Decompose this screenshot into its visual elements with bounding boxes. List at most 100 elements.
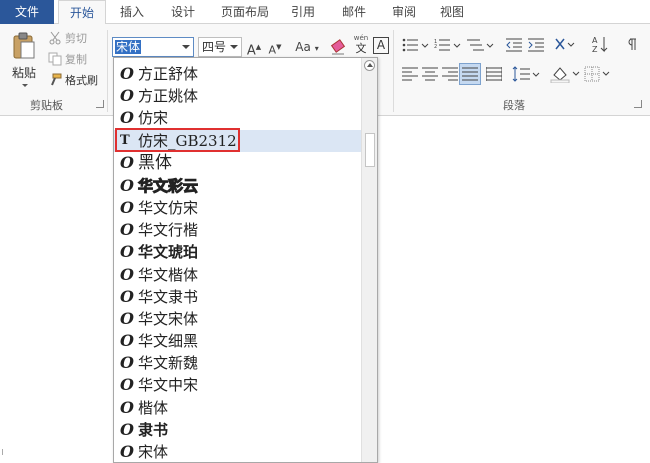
tab-view[interactable]: 视图 [432, 0, 472, 24]
font-option[interactable]: O 华文新魏 [114, 352, 362, 374]
font-dropdown-list[interactable]: O 方正舒体 O 方正姚体 O 仿宋 T 仿宋_GB2312 O 黑体 O 华文彩云 O 华文… [113, 57, 378, 463]
paragraph-launcher-icon[interactable] [634, 100, 642, 108]
font-option[interactable]: O 华文仿宋 [114, 197, 362, 219]
font-option-label: 华文彩云 [137, 177, 199, 196]
change-case-label: Aa [295, 40, 311, 54]
paste-dropdown-icon[interactable] [22, 84, 28, 87]
phonetic-guide-button[interactable]: wén 文 [352, 34, 370, 58]
font-size-dropdown-icon[interactable] [230, 45, 238, 49]
font-option-label: 仿宋 [138, 109, 169, 127]
font-option-label: 华文行楷 [138, 221, 199, 239]
tab-references[interactable]: 引用 [283, 0, 323, 24]
cut-label: 剪切 [65, 32, 87, 45]
font-option-label: 华文仿宋 [138, 199, 199, 217]
paste-icon[interactable] [11, 32, 37, 60]
font-option[interactable]: O 华文细黑 [114, 330, 362, 352]
clipboard-launcher-icon[interactable] [96, 100, 104, 108]
opentype-font-icon: O [120, 198, 134, 217]
font-option-label: 方正舒体 [138, 65, 199, 83]
align-right-icon[interactable] [442, 67, 458, 81]
font-option[interactable]: O 华文隶书 [114, 286, 362, 308]
group-separator [393, 30, 394, 112]
tab-file[interactable]: 文件 [0, 0, 54, 24]
line-spacing-icon[interactable] [512, 66, 540, 82]
format-painter-label: 格式刷 [65, 74, 98, 87]
opentype-font-icon: O [120, 176, 134, 195]
paste-button[interactable]: 粘贴 [12, 64, 36, 82]
font-option-label: 隶书 [138, 421, 169, 439]
font-option[interactable]: O 黑体 [114, 152, 362, 174]
multilevel-list-icon[interactable] [466, 38, 496, 52]
font-option-label: 华文新魏 [138, 354, 199, 372]
opentype-font-icon: O [120, 331, 134, 350]
font-option[interactable]: O 华文琥珀 [114, 241, 362, 263]
font-option[interactable]: O 华文中宋 [114, 374, 362, 396]
font-option[interactable]: O 华文宋体 [114, 308, 362, 330]
format-painter-button[interactable]: 格式刷 [48, 72, 98, 90]
font-option[interactable]: O 华文彩云 [114, 175, 362, 197]
scrollbar-thumb[interactable] [365, 133, 375, 167]
font-option[interactable]: O 华文楷体 [114, 264, 362, 286]
opentype-font-icon: O [120, 287, 134, 306]
tab-review[interactable]: 审阅 [384, 0, 424, 24]
font-option-label: 华文楷体 [138, 266, 199, 284]
numbering-icon[interactable]: 12 [434, 38, 464, 52]
increase-indent-icon[interactable] [528, 38, 544, 52]
sort-icon[interactable]: AZ [592, 35, 608, 55]
font-option[interactable]: O 楷体 [114, 397, 362, 419]
copy-label: 复制 [65, 53, 87, 66]
font-option-label: 华文细黑 [138, 332, 199, 350]
copy-icon [48, 52, 62, 66]
change-case-button[interactable]: Aa ▾ [290, 37, 324, 57]
opentype-font-icon: O [120, 420, 134, 439]
font-name-dropdown-icon[interactable] [182, 45, 190, 49]
font-option-label: 楷体 [138, 399, 169, 417]
align-center-icon[interactable] [422, 67, 438, 81]
opentype-font-icon: O [120, 442, 134, 461]
decrease-indent-icon[interactable] [506, 38, 522, 52]
opentype-font-icon: O [120, 353, 134, 372]
font-size-combobox[interactable]: 四号 [198, 37, 242, 57]
justify-button[interactable] [459, 63, 481, 85]
chinese-layout-icon[interactable] [554, 37, 580, 51]
cut-button[interactable]: 剪切 [48, 30, 87, 48]
font-option-label: 黑体 [138, 153, 172, 173]
shrink-font-button[interactable]: A▼ [267, 37, 283, 57]
tab-page-layout[interactable]: 页面布局 [213, 0, 277, 24]
shading-icon[interactable] [550, 65, 580, 83]
tab-home[interactable]: 开始 [58, 0, 106, 25]
opentype-font-icon: O [120, 220, 134, 239]
align-left-icon[interactable] [402, 67, 418, 81]
tab-insert[interactable]: 插入 [112, 0, 152, 24]
grow-font-button[interactable]: A▲ [246, 37, 262, 58]
paintbrush-icon [51, 73, 62, 86]
font-option-label: 华文宋体 [138, 310, 199, 328]
highlight-annotation-box [115, 128, 240, 152]
font-option[interactable]: O 宋体 [114, 441, 362, 462]
bullets-icon[interactable] [402, 38, 432, 52]
tab-mailings[interactable]: 邮件 [334, 0, 374, 24]
distributed-align-icon[interactable] [486, 67, 502, 81]
font-option[interactable]: O 方正姚体 [114, 85, 362, 107]
copy-button[interactable]: 复制 [48, 51, 87, 69]
scroll-up-icon[interactable] [364, 60, 375, 71]
borders-icon[interactable] [584, 66, 614, 82]
opentype-font-icon: O [120, 153, 134, 172]
font-size-value[interactable]: 四号 [202, 40, 226, 54]
show-marks-icon[interactable] [624, 37, 638, 51]
font-option[interactable]: O 华文行楷 [114, 219, 362, 241]
opentype-font-icon: O [120, 108, 134, 127]
dropdown-scrollbar[interactable] [361, 58, 377, 462]
font-name-value[interactable]: 宋体 [115, 40, 142, 54]
font-option[interactable]: O 方正舒体 [114, 63, 362, 85]
font-option-label: 华文隶书 [138, 288, 199, 306]
tab-design[interactable]: 设计 [161, 0, 205, 24]
font-option-label: 华文琥珀 [138, 243, 199, 261]
font-option[interactable]: O 仿宋 [114, 107, 362, 129]
character-border-button[interactable]: A [373, 37, 389, 54]
opentype-font-icon: O [120, 398, 134, 417]
font-option[interactable]: O 隶书 [114, 419, 362, 441]
font-name-combobox[interactable]: 宋体 [112, 37, 194, 57]
clear-formatting-icon[interactable] [330, 38, 348, 56]
svg-text:2: 2 [434, 44, 437, 50]
